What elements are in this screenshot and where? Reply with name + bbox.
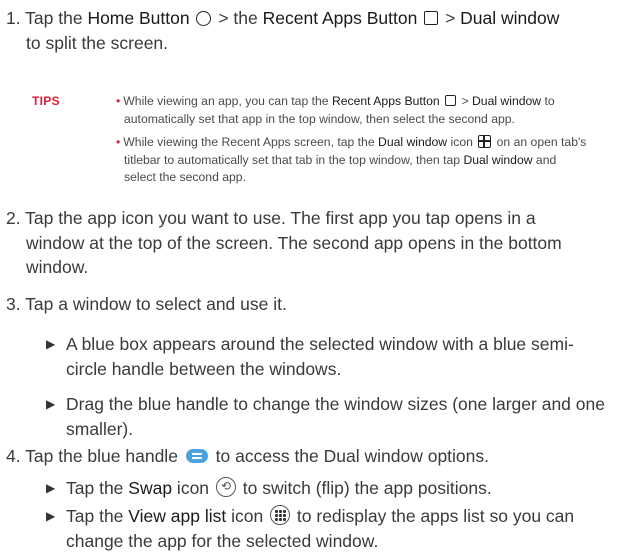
step-3: 3. Tap a window to select and use it. <box>6 294 287 314</box>
tip-2: • While viewing the Recent Apps screen, t… <box>116 135 587 184</box>
triangle-bullet-icon: ▶ <box>46 509 56 523</box>
swap-label: Swap <box>128 478 173 498</box>
tip-1: • While viewing an app, you can tap the R… <box>116 94 555 126</box>
triangle-bullet-icon: ▶ <box>46 397 56 411</box>
step-3-bullet-2: ▶ Drag the blue handle to change the wind… <box>46 394 605 439</box>
step-number: 2. <box>6 208 21 228</box>
dual-window-label: Dual window <box>460 8 560 28</box>
view-app-list-label: View app list <box>128 506 227 526</box>
recent-apps-button-label: Recent Apps Button <box>262 8 418 28</box>
step-4-bullet-1: ▶ Tap the Swap icon ⟲ to switch (flip) th… <box>46 476 620 501</box>
view-app-list-icon <box>270 505 291 526</box>
swap-icon: ⟲ <box>215 477 236 498</box>
tips-label: TIPS <box>32 94 60 108</box>
step-number: 1. <box>6 8 21 28</box>
manual-page: 1. Tap the Home Button > the Recent Apps… <box>0 0 630 551</box>
bullet-icon: • <box>116 94 121 108</box>
step-3-bullet-1: ▶ A blue box appears around the selected … <box>46 334 574 379</box>
dual-window-icon <box>478 135 492 149</box>
home-button-icon <box>196 10 212 26</box>
step-number: 4. <box>6 446 21 466</box>
step-4: 4. Tap the blue handle to access the Dua… <box>6 446 490 466</box>
step-number: 3. <box>6 294 21 314</box>
step-1: 1. Tap the Home Button > the Recent Apps… <box>6 8 560 53</box>
step-2: 2. Tap the app icon you want to use. The… <box>6 208 562 277</box>
recent-apps-icon <box>445 95 457 107</box>
step-4-bullet-2: ▶ Tap the View app list icon to redisplay… <box>46 505 575 551</box>
recent-apps-icon <box>424 11 439 26</box>
triangle-bullet-icon: ▶ <box>46 481 56 495</box>
triangle-bullet-icon: ▶ <box>46 337 56 351</box>
blue-handle-icon <box>185 449 208 464</box>
bullet-icon: • <box>116 135 121 149</box>
home-button-label: Home Button <box>87 8 190 28</box>
